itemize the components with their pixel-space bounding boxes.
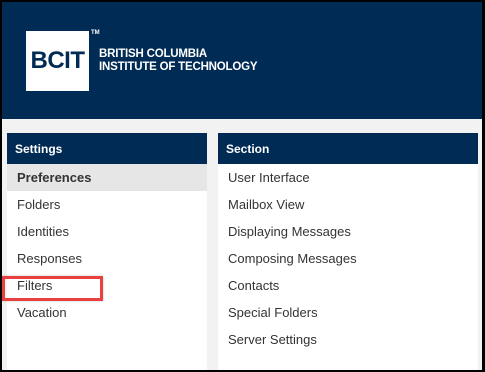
settings-item-identities[interactable]: Identities xyxy=(7,218,207,245)
section-list: User Interface Mailbox View Displaying M… xyxy=(218,164,478,353)
settings-item-vacation[interactable]: Vacation xyxy=(7,299,207,326)
section-item-displaying-messages[interactable]: Displaying Messages xyxy=(218,218,478,245)
institution-line-1: BRITISH COLUMBIA xyxy=(99,48,207,60)
settings-item-folders[interactable]: Folders xyxy=(7,191,207,218)
settings-panel: Settings Preferences Folders Identities … xyxy=(7,133,207,370)
section-item-composing-messages[interactable]: Composing Messages xyxy=(218,245,478,272)
settings-item-preferences[interactable]: Preferences xyxy=(7,164,207,191)
section-item-user-interface[interactable]: User Interface xyxy=(218,164,478,191)
bcit-logo[interactable]: BCIT xyxy=(26,31,89,91)
settings-item-filters[interactable]: Filters xyxy=(7,272,207,299)
institution-name: BRITISH COLUMBIA INSTITUTE OF TECHNOLOGY xyxy=(99,48,258,74)
app-frame: BCIT TM BRITISH COLUMBIA INSTITUTE OF TE… xyxy=(2,2,482,370)
settings-list: Preferences Folders Identities Responses… xyxy=(7,164,207,326)
trademark-symbol: TM xyxy=(91,30,100,36)
section-panel: Section User Interface Mailbox View Disp… xyxy=(218,133,478,370)
logo-mark-text: BCIT xyxy=(30,47,86,74)
section-header: Section xyxy=(218,133,478,164)
section-item-contacts[interactable]: Contacts xyxy=(218,272,478,299)
section-item-special-folders[interactable]: Special Folders xyxy=(218,299,478,326)
settings-content: Settings Preferences Folders Identities … xyxy=(2,119,482,370)
header-banner: BCIT TM BRITISH COLUMBIA INSTITUTE OF TE… xyxy=(2,2,482,119)
settings-header: Settings xyxy=(7,133,207,164)
settings-item-responses[interactable]: Responses xyxy=(7,245,207,272)
section-item-server-settings[interactable]: Server Settings xyxy=(218,326,478,353)
section-item-mailbox-view[interactable]: Mailbox View xyxy=(218,191,478,218)
institution-line-2: INSTITUTE OF TECHNOLOGY xyxy=(99,61,258,73)
